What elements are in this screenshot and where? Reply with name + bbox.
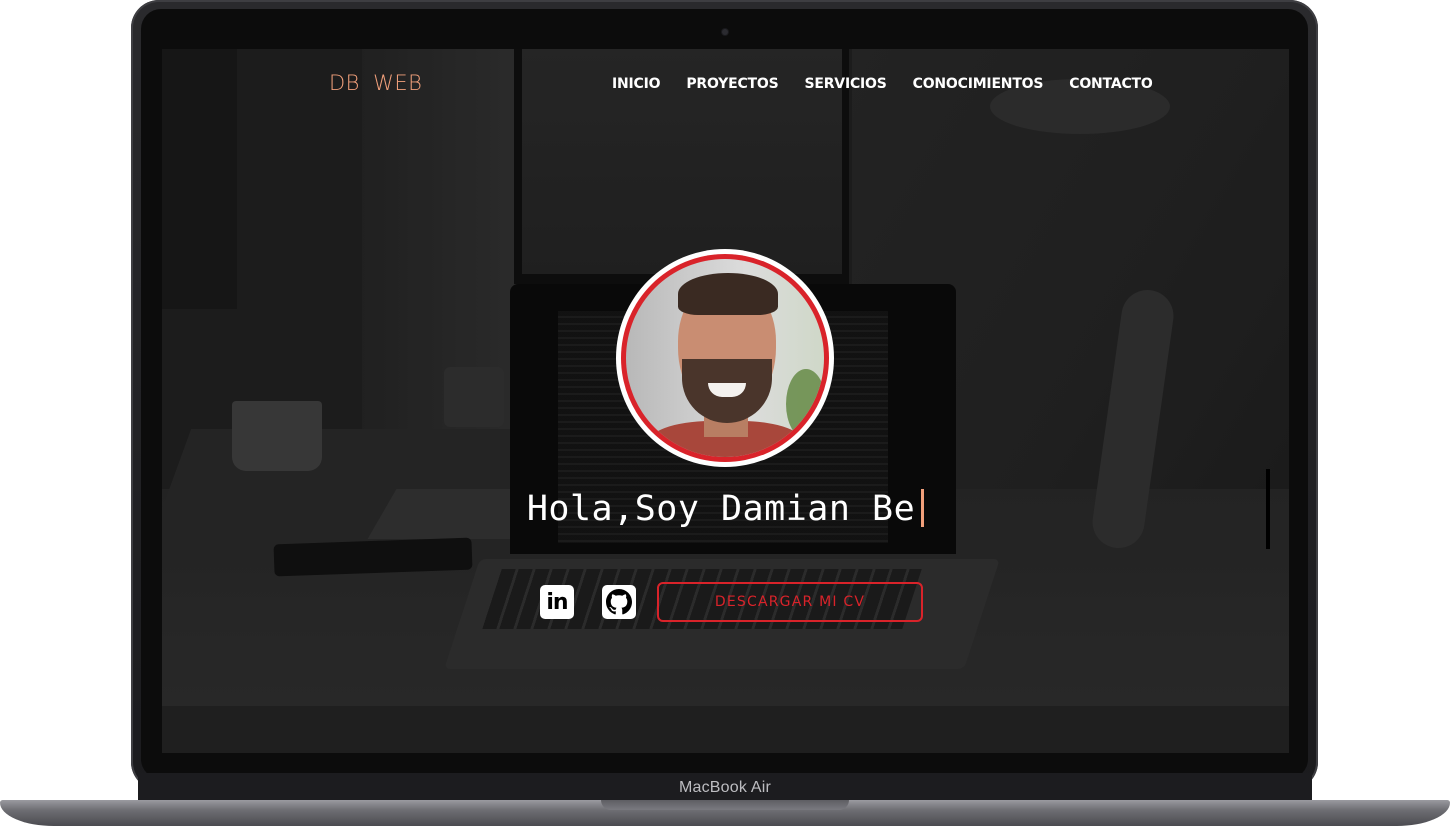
brand-logo[interactable]: DB WEB <box>329 71 422 95</box>
hero-headline: Hola,Soy Damian Be <box>162 489 1289 529</box>
nav-inicio[interactable]: INICIO <box>612 76 661 92</box>
github-icon[interactable] <box>602 585 636 619</box>
nav-proyectos[interactable]: PROYECTOS <box>686 76 778 92</box>
website-screen: DB WEB INICIO PROYECTOS SERVICIOS CONOCI… <box>162 49 1289 753</box>
download-cv-button[interactable]: DESCARGAR MI CV <box>657 582 923 622</box>
main-nav: INICIO PROYECTOS SERVICIOS CONOCIMIENTOS… <box>612 76 1179 92</box>
nav-contacto[interactable]: CONTACTO <box>1069 76 1153 92</box>
nav-servicios[interactable]: SERVICIOS <box>804 76 886 92</box>
avatar <box>626 259 824 457</box>
headline-text: Hola,Soy Damian Be <box>526 489 916 529</box>
laptop-notch <box>601 800 849 810</box>
typing-cursor <box>921 489 925 527</box>
linkedin-glyph: in <box>546 589 568 615</box>
camera-icon <box>722 29 728 35</box>
hero-section: DB WEB INICIO PROYECTOS SERVICIOS CONOCI… <box>162 49 1289 706</box>
github-logo <box>606 589 632 615</box>
nav-conocimientos[interactable]: CONOCIMIENTOS <box>913 76 1044 92</box>
laptop-model-label: MacBook Air <box>678 779 771 796</box>
next-section-strip <box>162 706 1289 753</box>
linkedin-icon[interactable]: in <box>540 585 574 619</box>
